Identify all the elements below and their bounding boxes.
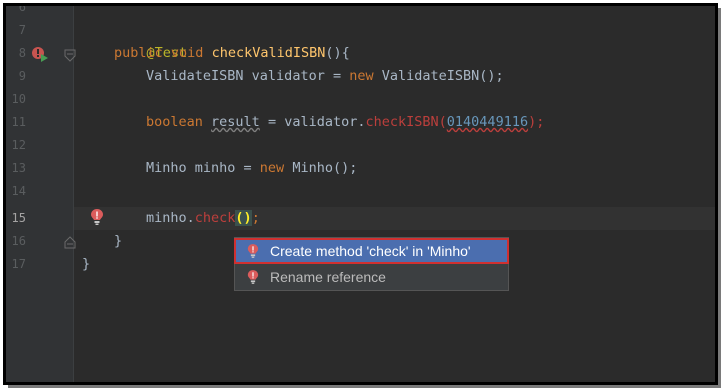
code-text: validator =: [243, 68, 350, 84]
unused-variable: result: [211, 114, 260, 130]
line-number: 14: [11, 184, 26, 198]
line-number: 9: [18, 69, 26, 83]
unresolved-method: check: [194, 210, 236, 226]
error-bulb-icon: [247, 270, 259, 284]
code-editor[interactable]: 6 7 8 9 10 11 12 13 14 15 16 17 @Test pu…: [3, 3, 718, 385]
keyword-new: new: [259, 160, 285, 176]
rename-reference-action[interactable]: Rename reference: [235, 265, 508, 289]
line-number: 8: [18, 46, 26, 60]
line-number: 12: [11, 138, 26, 152]
code-paren: );: [528, 114, 545, 130]
code-text: ValidateISBN: [146, 68, 244, 84]
keyword-public: public: [114, 45, 163, 61]
action-label: Create method 'check' in 'Minho': [270, 243, 471, 259]
code-line-7[interactable]: @Test: [114, 19, 188, 61]
keyword-new: new: [349, 68, 374, 84]
code-line-8[interactable]: public void checkValidISBN(){: [114, 42, 350, 65]
code-paren: (: [438, 114, 447, 130]
code-line-17[interactable]: }: [82, 253, 90, 276]
keyword-void: void: [170, 45, 204, 61]
line-number: 17: [11, 257, 26, 271]
closing-brace: }: [114, 233, 123, 249]
code-text: Minho minho =: [146, 160, 260, 176]
code-text: ValidateISBN();: [373, 68, 504, 84]
closing-brace: }: [82, 256, 91, 272]
code-text: = validator.: [259, 114, 366, 130]
line-number: 10: [11, 92, 26, 106]
run-test-icon[interactable]: [30, 45, 50, 63]
editor-gutter[interactable]: 6 7 8 9 10 11 12 13 14 15 16 17: [6, 3, 76, 382]
number-literal: 0140449116: [446, 114, 529, 130]
error-bulb-icon: [247, 244, 259, 258]
code-line-13[interactable]: Minho minho = new Minho();: [146, 157, 357, 180]
method-name: checkValidISBN: [211, 45, 326, 61]
line-number: 11: [11, 115, 26, 129]
action-label: Rename reference: [270, 269, 386, 285]
intention-actions-popup[interactable]: Create method 'check' in 'Minho' Rename …: [234, 237, 509, 291]
code-text: (){: [325, 45, 350, 61]
fold-icon[interactable]: [64, 49, 76, 63]
keyword-boolean: boolean: [146, 114, 203, 130]
line-number: 6: [18, 3, 26, 14]
unresolved-method: checkISBN: [365, 114, 439, 130]
error-bulb-icon[interactable]: [90, 208, 104, 226]
code-semicolon: ;: [251, 210, 260, 226]
code-line-11[interactable]: boolean result = validator.checkISBN(014…: [146, 111, 544, 134]
code-line-16[interactable]: }: [114, 230, 122, 253]
line-number: 7: [18, 23, 26, 37]
code-line-9[interactable]: ValidateISBN validator = new ValidateISB…: [146, 65, 504, 88]
code-line-15[interactable]: minho.check();: [146, 207, 260, 230]
create-method-action[interactable]: Create method 'check' in 'Minho': [234, 238, 509, 264]
code-text: Minho();: [284, 160, 358, 176]
line-number: 16: [11, 234, 26, 248]
line-number: 13: [11, 161, 26, 175]
matched-parens: (): [235, 210, 252, 226]
code-text: minho.: [146, 210, 195, 226]
line-number-current: 15: [11, 211, 26, 225]
fold-end-icon[interactable]: [64, 235, 76, 249]
